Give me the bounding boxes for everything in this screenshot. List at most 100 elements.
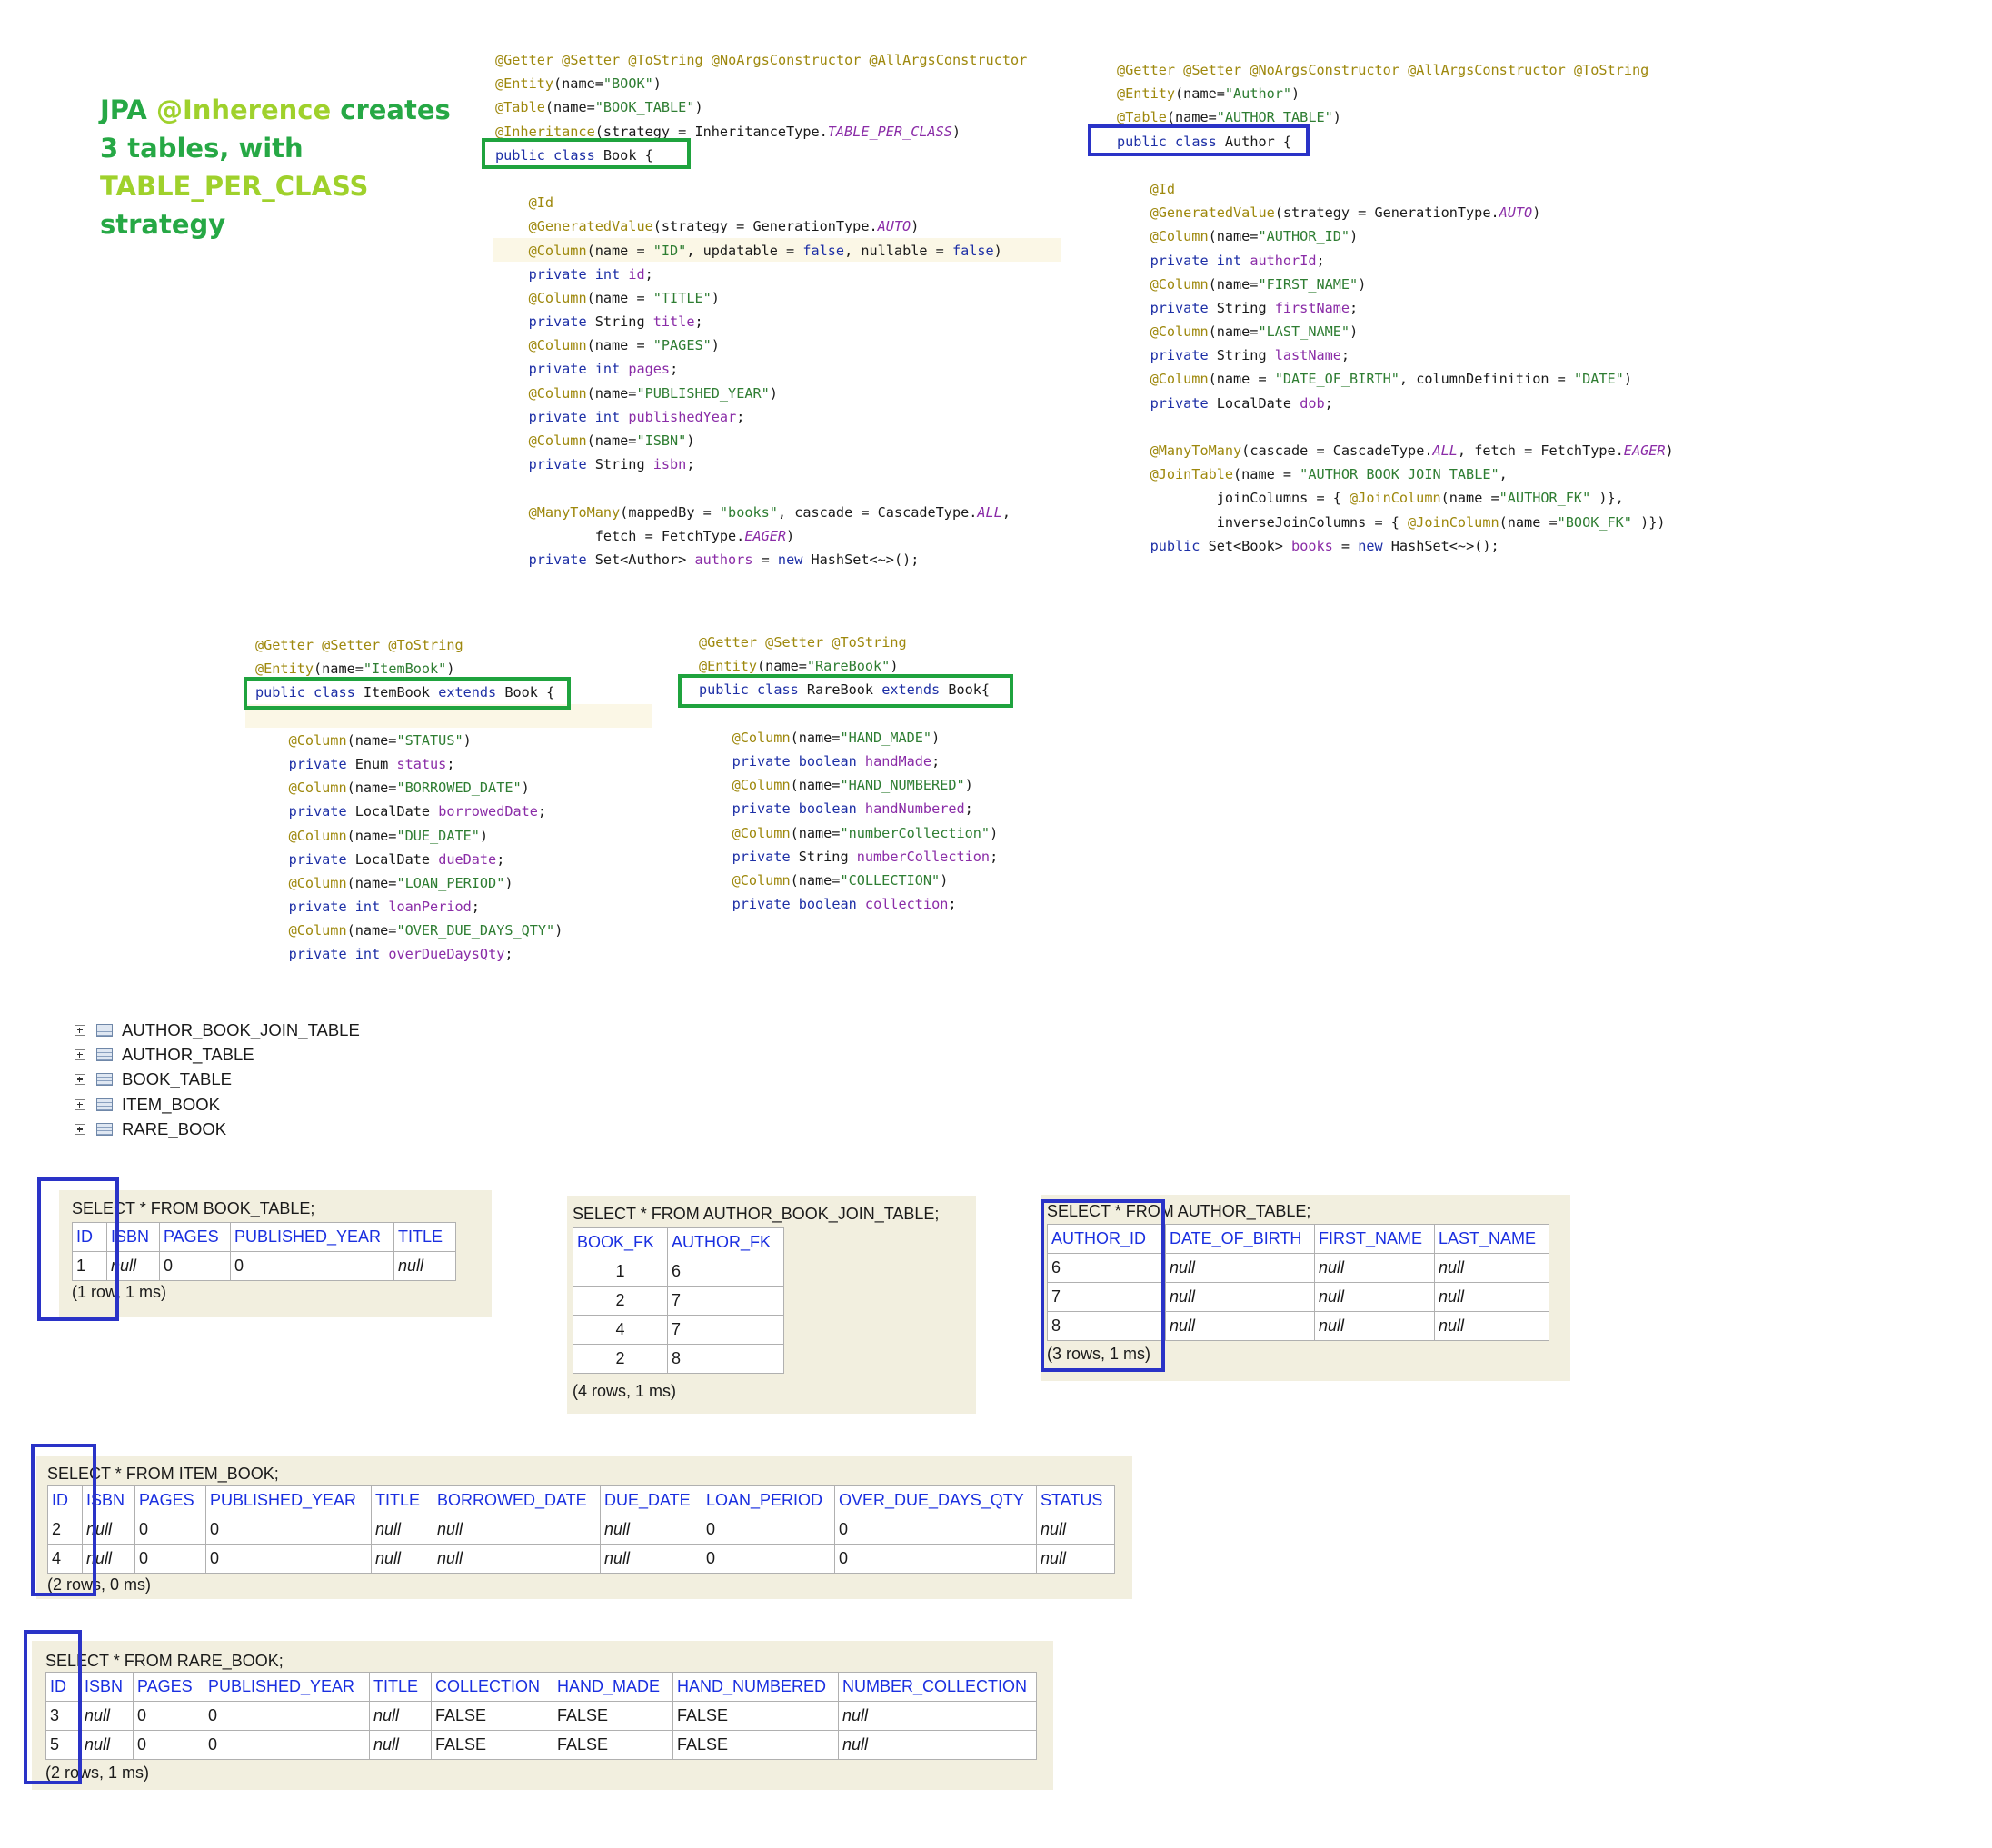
book-table-grid: ID ISBN PAGES PUBLISHED_YEAR TITLE 1 null 0 0 nul…: [72, 1222, 456, 1281]
code-line: @Id: [528, 194, 554, 212]
table-cell: 8: [667, 1344, 784, 1374]
column-header[interactable]: PAGES: [134, 1485, 206, 1515]
book-id-column-highlight-box: [37, 1177, 119, 1321]
table-row: 2 null 0 0 null null null 0 0 null: [47, 1515, 1115, 1545]
table-cell: 1: [573, 1257, 668, 1287]
db-tree-item-label: AUTHOR_TABLE: [122, 1045, 254, 1065]
code-line: @Column(name="BORROWED_DATE"): [288, 780, 530, 797]
item-book-result-panel: SELECT * FROM ITEM_BOOK; ID ISBN PAGES PUBL…: [36, 1456, 1132, 1599]
code-line: private int id;: [528, 265, 653, 283]
code-line: private String firstName;: [1150, 299, 1359, 316]
table-cell: null: [1165, 1253, 1315, 1283]
column-header[interactable]: LOAN_PERIOD: [702, 1485, 835, 1515]
code-line: @ManyToMany(mappedBy = "books", cascade …: [528, 503, 1011, 521]
column-header[interactable]: DATE_OF_BIRTH: [1165, 1224, 1315, 1254]
db-tree-item-label: RARE_BOOK: [122, 1119, 227, 1139]
column-header[interactable]: PUBLISHED_YEAR: [205, 1485, 372, 1515]
table-cell: null: [1314, 1311, 1435, 1341]
db-tree-item-label: AUTHOR_BOOK_JOIN_TABLE: [122, 1019, 360, 1039]
table-cell: null: [369, 1730, 432, 1760]
table-icon: [96, 1048, 113, 1062]
code-line: @Column(name = "ID", updatable = false, …: [528, 242, 1002, 259]
table-cell: null: [369, 1701, 432, 1731]
table-cell: 0: [159, 1251, 231, 1281]
column-header[interactable]: TITLE: [369, 1672, 432, 1702]
column-header[interactable]: PUBLISHED_YEAR: [204, 1672, 370, 1702]
column-header[interactable]: NUMBER_COLLECTION: [838, 1672, 1037, 1702]
table-cell: FALSE: [431, 1701, 553, 1731]
code-line: private LocalDate dob;: [1150, 394, 1333, 412]
db-tree-item[interactable]: ITEM_BOOK: [75, 1092, 360, 1117]
column-header[interactable]: AUTHOR_FK: [667, 1227, 784, 1257]
column-header[interactable]: LAST_NAME: [1434, 1224, 1549, 1254]
table-header-row: ID ISBN PAGES PUBLISHED_YEAR TITLE COLLECTION…: [45, 1672, 1037, 1702]
code-line: @JoinTable(name = "AUTHOR_BOOK_JOIN_TABL…: [1150, 466, 1508, 483]
join-table-footer: (4 rows, 1 ms): [573, 1382, 677, 1400]
db-tree-item[interactable]: RARE_BOOK: [75, 1118, 360, 1142]
column-header[interactable]: BORROWED_DATE: [433, 1485, 601, 1515]
table-cell: FALSE: [431, 1730, 553, 1760]
column-header[interactable]: TITLE: [371, 1485, 433, 1515]
column-header[interactable]: FIRST_NAME: [1314, 1224, 1435, 1254]
column-header[interactable]: STATUS: [1036, 1485, 1115, 1515]
table-cell: 0: [204, 1701, 370, 1731]
book-table-result-panel: SELECT * FROM BOOK_TABLE; ID ISBN PAGES PUB…: [59, 1190, 492, 1317]
code-line: private int authorId;: [1150, 252, 1325, 269]
table-cell: FALSE: [672, 1701, 839, 1731]
code-line: @Column(name="LOAN_PERIOD"): [288, 874, 513, 891]
column-header[interactable]: PUBLISHED_YEAR: [230, 1222, 394, 1252]
db-tree-item[interactable]: AUTHOR_TABLE: [75, 1042, 360, 1067]
code-line: @ManyToMany(cascade = CascadeType.ALL, f…: [1150, 442, 1674, 459]
column-header[interactable]: COLLECTION: [431, 1672, 553, 1702]
table-cell: 0: [133, 1701, 204, 1731]
title-line4: strategy: [100, 209, 226, 240]
table-cell: 0: [205, 1515, 372, 1545]
table-cell: FALSE: [672, 1730, 839, 1760]
expand-plus-icon[interactable]: [75, 1124, 85, 1136]
column-header[interactable]: ISBN: [80, 1672, 134, 1702]
table-cell: null: [1434, 1253, 1549, 1283]
table-cell: null: [1314, 1253, 1435, 1283]
table-cell: null: [838, 1730, 1037, 1760]
db-tree-item[interactable]: AUTHOR_BOOK_JOIN_TABLE: [75, 1018, 360, 1042]
code-line: @GeneratedValue(strategy = GenerationTyp…: [528, 218, 920, 235]
table-cell: 0: [133, 1730, 204, 1760]
column-header[interactable]: BOOK_FK: [573, 1227, 668, 1257]
itembook-class-highlight-box: [244, 677, 571, 710]
expand-plus-icon[interactable]: [75, 1098, 85, 1110]
column-header[interactable]: TITLE: [393, 1222, 456, 1252]
db-tree-item[interactable]: BOOK_TABLE: [75, 1068, 360, 1092]
code-line: private boolean collection;: [732, 896, 957, 913]
code-line: private int publishedYear;: [528, 408, 745, 425]
code-line: private String isbn;: [528, 456, 695, 473]
code-line: @Entity(name="BOOK"): [495, 75, 662, 93]
join-table-query: SELECT * FROM AUTHOR_BOOK_JOIN_TABLE;: [573, 1205, 940, 1223]
code-line: @Id: [1150, 180, 1176, 197]
code-line: @Column(name="OVER_DUE_DAYS_QTY"): [288, 922, 563, 939]
code-line: fetch = FetchType.EAGER): [495, 527, 795, 544]
code-line: @Column(name = "PAGES"): [528, 337, 720, 354]
table-cell: 0: [205, 1544, 372, 1574]
table-cell: null: [838, 1701, 1037, 1731]
expand-plus-icon[interactable]: [75, 1049, 85, 1061]
column-header[interactable]: OVER_DUE_DAYS_QTY: [834, 1485, 1037, 1515]
column-header[interactable]: HAND_MADE: [553, 1672, 673, 1702]
table-cell: 0: [230, 1251, 394, 1281]
table-icon: [96, 1123, 113, 1137]
column-header[interactable]: HAND_NUMBERED: [672, 1672, 839, 1702]
title-line2: 3 tables, with: [100, 133, 304, 164]
code-line: @Column(name="STATUS"): [288, 731, 472, 749]
column-header[interactable]: PAGES: [133, 1672, 204, 1702]
expand-plus-icon[interactable]: [75, 1074, 85, 1086]
code-line: @Column(name = "DATE_OF_BIRTH", columnDe…: [1150, 371, 1632, 388]
expand-plus-icon[interactable]: [75, 1024, 85, 1036]
column-header[interactable]: DUE_DATE: [600, 1485, 702, 1515]
slide-title: JPA @Inherence creates 3 tables, with TA…: [100, 91, 451, 243]
table-row: 1 null 0 0 null: [72, 1251, 456, 1281]
rare-book-grid: ID ISBN PAGES PUBLISHED_YEAR TITLE COLLECTION…: [45, 1672, 1037, 1760]
db-tree-item-label: ITEM_BOOK: [122, 1094, 220, 1114]
code-line: @Getter @Setter @ToString: [699, 634, 907, 651]
column-header[interactable]: PAGES: [159, 1222, 231, 1252]
table-icon: [96, 1073, 113, 1087]
table-cell: null: [1434, 1311, 1549, 1341]
